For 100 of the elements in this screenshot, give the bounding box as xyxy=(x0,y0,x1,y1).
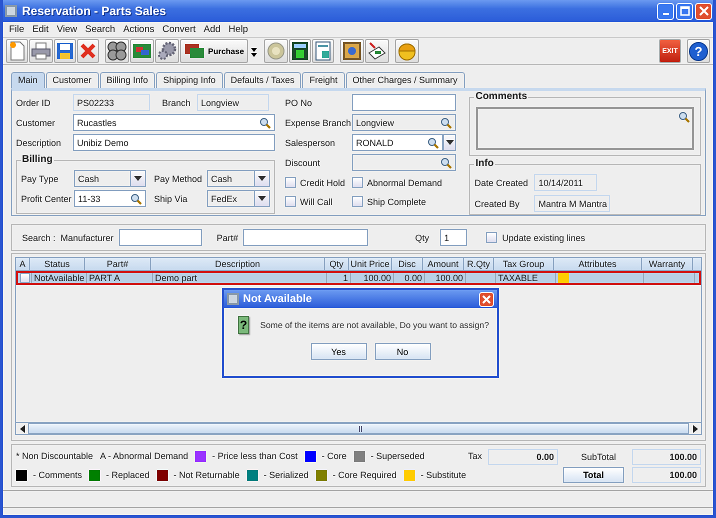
customer-field[interactable]: Rucastles xyxy=(73,114,275,131)
menu-item[interactable]: Search xyxy=(81,24,120,35)
tab[interactable]: Customer xyxy=(46,72,99,88)
quantity-field[interactable]: 1 xyxy=(440,229,468,246)
salesperson-field[interactable]: RONALD xyxy=(352,134,443,151)
column-header[interactable]: Amount xyxy=(423,258,464,271)
gear-icon[interactable] xyxy=(155,39,179,63)
checkbox[interactable] xyxy=(352,177,363,188)
menu-item[interactable]: Actions xyxy=(119,24,158,35)
created-by-field: Mantra M Mantra xyxy=(534,195,610,212)
card-icon[interactable] xyxy=(365,39,390,63)
description-field[interactable]: Unibiz Demo xyxy=(73,134,275,151)
checkbox-label: Abnormal Demand xyxy=(367,178,442,188)
checkbox-label: Update existing lines xyxy=(502,232,586,242)
menu-item[interactable]: Add xyxy=(200,24,225,35)
column-header[interactable]: R.Qty xyxy=(464,258,494,271)
grid-icon[interactable] xyxy=(130,39,154,63)
column-header[interactable]: Part# xyxy=(85,258,151,271)
menu-item[interactable]: View xyxy=(52,24,82,35)
purchase-button[interactable]: Purchase xyxy=(180,39,248,63)
search-icon[interactable] xyxy=(259,116,271,128)
search-icon[interactable] xyxy=(130,192,142,204)
field-label: Manufacturer xyxy=(60,232,114,242)
date-created-field: 10/14/2011 xyxy=(534,174,598,191)
new-document-icon[interactable] xyxy=(6,39,28,63)
tab[interactable]: Billing Info xyxy=(100,72,156,88)
balls-icon[interactable] xyxy=(105,39,129,63)
tab[interactable]: Main xyxy=(11,72,45,88)
dialog-button[interactable]: No xyxy=(374,343,430,360)
document-icon[interactable] xyxy=(312,39,334,63)
tab[interactable]: Other Charges / Summary xyxy=(346,72,465,88)
legend-text: - Core Required xyxy=(332,470,397,480)
search-icon[interactable] xyxy=(440,116,452,128)
po-number-field[interactable] xyxy=(352,94,456,111)
close-button[interactable] xyxy=(695,2,712,20)
total-button[interactable]: Total xyxy=(563,467,624,483)
search-icon[interactable] xyxy=(440,156,452,168)
help-button[interactable]: ? xyxy=(687,39,710,63)
app-icon xyxy=(227,293,239,305)
left-arrow-icon[interactable] xyxy=(20,424,24,432)
maximize-button[interactable] xyxy=(676,2,693,20)
scroll-thumb[interactable] xyxy=(358,426,362,432)
checkbox[interactable] xyxy=(285,177,296,188)
column-header[interactable]: A xyxy=(16,258,30,271)
branch-field: Longview xyxy=(197,94,269,111)
search-icon[interactable] xyxy=(678,111,690,123)
delete-icon[interactable] xyxy=(77,39,99,63)
minimize-button[interactable] xyxy=(657,2,674,20)
column-header[interactable]: Warranty xyxy=(642,258,693,271)
column-header[interactable]: Description xyxy=(151,258,325,271)
menu-item[interactable]: File xyxy=(5,24,28,35)
dropdown-button[interactable] xyxy=(443,134,456,151)
column-header[interactable]: Tax Group xyxy=(494,258,554,271)
discount-field[interactable] xyxy=(352,154,456,171)
print-icon[interactable] xyxy=(29,39,53,63)
pay-method-dropdown[interactable]: Cash xyxy=(207,170,270,187)
table-cell: NotAvailable xyxy=(34,272,84,284)
field-label: Description xyxy=(16,138,62,148)
table-cell: 1 xyxy=(342,272,348,284)
checkbox[interactable] xyxy=(285,196,296,207)
menu-item[interactable]: Convert xyxy=(158,24,200,35)
close-button[interactable] xyxy=(479,292,494,306)
comments-field[interactable] xyxy=(476,107,694,150)
checkbox[interactable] xyxy=(352,196,363,207)
column-header[interactable]: Qty xyxy=(325,258,349,271)
tab[interactable]: Defaults / Taxes xyxy=(224,72,302,88)
column-header[interactable]: Unit Price xyxy=(349,258,392,271)
column-header[interactable]: Attributes xyxy=(554,258,642,271)
picture-icon[interactable] xyxy=(340,39,364,63)
ship-via-dropdown[interactable]: FedEx xyxy=(207,190,270,207)
menu-item[interactable]: Help xyxy=(224,24,252,35)
manufacturer-field[interactable] xyxy=(118,229,202,246)
field-label: Date Created xyxy=(474,178,529,188)
subtotal-field: 100.00 xyxy=(632,449,701,465)
expense-branch-field[interactable]: Longview xyxy=(352,114,456,131)
pay-type-dropdown[interactable]: Cash xyxy=(74,170,146,187)
tab[interactable]: Freight xyxy=(302,72,344,88)
part-number-field[interactable] xyxy=(243,229,368,246)
horizontal-scrollbar[interactable] xyxy=(16,422,701,434)
caret-icon xyxy=(258,196,266,201)
legend-text: - Not Returnable xyxy=(174,470,240,480)
table-row[interactable]: NotAvailable PART A Demo part 1 100.00 0.00 100.00 TAXABLE xyxy=(16,271,701,285)
save-icon[interactable] xyxy=(54,39,76,63)
helmet-icon[interactable] xyxy=(395,39,420,63)
dialog-button[interactable]: Yes xyxy=(310,343,366,360)
checkbox-label: Credit Hold xyxy=(300,178,346,188)
search-icon[interactable] xyxy=(427,136,439,148)
calculator-icon[interactable] xyxy=(289,39,312,63)
legend-text: - Superseded xyxy=(370,451,425,461)
column-header[interactable]: Disc xyxy=(392,258,423,271)
profit-center-field[interactable]: 11-33 xyxy=(74,190,146,207)
checkbox[interactable] xyxy=(486,232,498,243)
table-cell: PART A xyxy=(89,272,120,284)
tab[interactable]: Shipping Info xyxy=(156,72,223,88)
checkbox[interactable] xyxy=(20,273,30,283)
close-icon xyxy=(482,294,491,304)
right-arrow-icon[interactable] xyxy=(692,424,698,432)
column-header[interactable]: Status xyxy=(30,258,85,271)
menu-item[interactable]: Edit xyxy=(28,24,53,35)
legend-text: - Replaced xyxy=(106,470,150,480)
